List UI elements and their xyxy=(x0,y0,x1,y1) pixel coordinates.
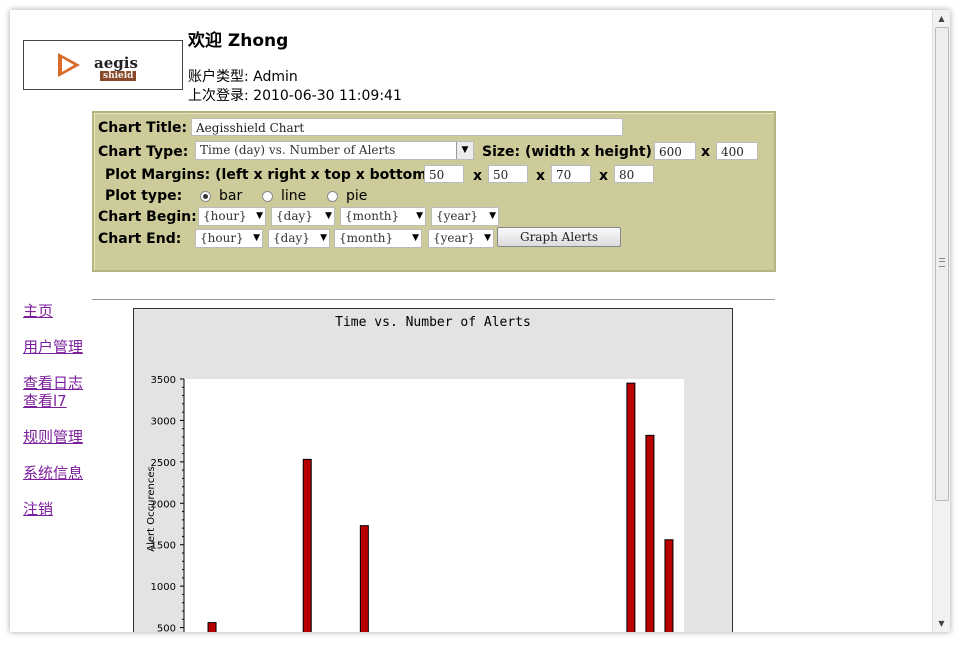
chevron-down-icon: ▼ xyxy=(253,233,260,243)
chart-svg: Time vs. Number of Alerts Alert Occurenc… xyxy=(146,315,684,632)
nav-users-link[interactable]: 用户管理 xyxy=(23,336,83,357)
chart-bar xyxy=(626,382,636,632)
begin-hour-select[interactable]: {hour} ▼ xyxy=(198,207,266,226)
browser-window: aegis shield 欢迎 Zhong 账户类型: Admin 上次登录: … xyxy=(10,10,950,632)
chart-type-label: Chart Type: xyxy=(98,144,189,160)
chevron-down-icon[interactable]: ▼ xyxy=(456,142,473,159)
begin-month-value: {month} xyxy=(345,209,400,223)
chart-title-label: Chart Title: xyxy=(98,120,188,136)
begin-year-value: {year} xyxy=(436,209,479,223)
scroll-up-icon[interactable]: ▲ xyxy=(933,10,950,27)
chart-type-value: Time (day) vs. Number of Alerts xyxy=(200,143,396,157)
graph-alerts-button[interactable]: Graph Alerts xyxy=(497,227,621,247)
radio-bar-label: bar xyxy=(219,188,243,204)
end-hour-value: {hour} xyxy=(200,231,244,245)
end-month-value: {month} xyxy=(339,231,394,245)
y-tick-label: 3000 xyxy=(151,416,176,427)
chart-options-panel: Chart Title: Aegisshield Chart Chart Typ… xyxy=(92,111,776,272)
begin-day-select[interactable]: {day} ▼ xyxy=(271,207,335,226)
welcome-heading: 欢迎 Zhong xyxy=(188,31,289,51)
margin-left-input[interactable]: 50 xyxy=(424,165,464,183)
account-type: 账户类型: Admin xyxy=(188,69,298,85)
radio-line-label: line xyxy=(281,188,307,204)
logo-text: aegis xyxy=(94,54,138,72)
account-info: 账户类型: Admin 上次登录: 2010-06-30 11:09:41 xyxy=(188,68,402,106)
nav-logout-link[interactable]: 注销 xyxy=(23,498,53,519)
divider xyxy=(92,299,775,300)
begin-day-value: {day} xyxy=(276,209,313,223)
chart-bar xyxy=(664,539,674,632)
chart-end-label: Chart End: xyxy=(98,231,182,247)
nav-home-link[interactable]: 主页 xyxy=(23,300,53,321)
margins-label: Plot Margins: (left x right x top x bott… xyxy=(105,167,434,183)
chart-title-input[interactable]: Aegisshield Chart xyxy=(191,118,623,136)
y-tick-label: 2500 xyxy=(151,458,176,469)
logo-subtext: shield xyxy=(100,71,137,81)
end-year-select[interactable]: {year} ▼ xyxy=(428,229,494,248)
chart-bar xyxy=(645,434,655,632)
radio-pie[interactable] xyxy=(327,191,338,202)
end-day-select[interactable]: {day} ▼ xyxy=(268,229,330,248)
margin-x-3: x xyxy=(599,168,609,184)
chart-title: Time vs. Number of Alerts xyxy=(335,315,531,330)
last-login: 上次登录: 2010-06-30 11:09:41 xyxy=(188,88,402,104)
chevron-down-icon: ▼ xyxy=(484,233,491,243)
nav-rules-link[interactable]: 规则管理 xyxy=(23,426,83,447)
chevron-down-icon: ▼ xyxy=(412,233,419,243)
y-tick-label: 1000 xyxy=(151,582,176,593)
begin-year-select[interactable]: {year} ▼ xyxy=(431,207,499,226)
radio-line[interactable] xyxy=(262,191,273,202)
chart-bar xyxy=(359,525,369,632)
alerts-chart: Time vs. Number of Alerts Alert Occurenc… xyxy=(133,308,733,632)
begin-month-select[interactable]: {month} ▼ xyxy=(340,207,426,226)
scroll-down-icon[interactable]: ▼ xyxy=(933,615,950,632)
chart-type-select[interactable]: Time (day) vs. Number of Alerts ▼ xyxy=(195,141,474,160)
width-input[interactable]: 600 xyxy=(654,142,696,160)
chevron-down-icon: ▼ xyxy=(256,211,263,221)
y-tick-label: 500 xyxy=(157,624,176,632)
end-hour-select[interactable]: {hour} ▼ xyxy=(195,229,263,248)
margin-top-input[interactable]: 70 xyxy=(551,165,591,183)
plot-area xyxy=(184,379,684,632)
end-day-value: {day} xyxy=(273,231,310,245)
size-x: x xyxy=(701,144,711,160)
plot-type-label: Plot type: xyxy=(105,188,183,204)
chart-bar xyxy=(207,622,217,632)
y-tick-label: 3500 xyxy=(151,375,176,386)
margin-x-2: x xyxy=(536,168,546,184)
aegisshield-logo: aegis shield xyxy=(23,40,183,90)
chevron-down-icon: ▼ xyxy=(325,211,332,221)
radio-pie-label: pie xyxy=(346,188,368,204)
nav-sysinfo-link[interactable]: 系统信息 xyxy=(23,462,83,483)
logo-arrow-inner xyxy=(62,58,74,72)
radio-bar[interactable] xyxy=(200,191,211,202)
scrollbar-thumb[interactable] xyxy=(935,27,949,501)
margin-bottom-input[interactable]: 80 xyxy=(614,165,654,183)
vertical-scrollbar[interactable]: ▲ ▼ xyxy=(932,10,950,632)
end-month-select[interactable]: {month} ▼ xyxy=(334,229,422,248)
begin-hour-value: {hour} xyxy=(203,209,247,223)
chevron-down-icon: ▼ xyxy=(416,211,423,221)
margin-right-input[interactable]: 50 xyxy=(488,165,528,183)
grip-icon xyxy=(939,258,945,267)
chart-begin-label: Chart Begin: xyxy=(98,209,197,225)
y-tick-label: 1500 xyxy=(151,541,176,552)
chart-bar xyxy=(302,458,312,632)
end-year-value: {year} xyxy=(433,231,476,245)
chevron-down-icon: ▼ xyxy=(320,233,327,243)
chevron-down-icon: ▼ xyxy=(489,211,496,221)
margin-x-1: x xyxy=(473,168,483,184)
height-input[interactable]: 400 xyxy=(716,142,758,160)
y-tick-label: 2000 xyxy=(151,499,176,510)
nav-l7-link[interactable]: 查看l7 xyxy=(23,390,67,411)
size-label: Size: (width x height) xyxy=(482,144,652,160)
